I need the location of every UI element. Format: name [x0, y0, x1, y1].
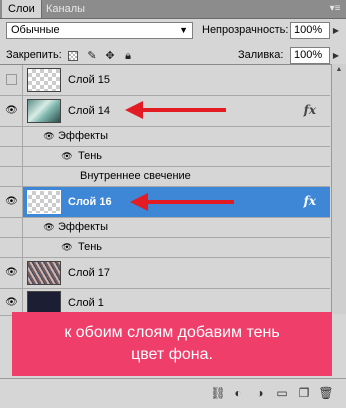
- visibility-cell: [0, 167, 23, 186]
- layer-row-17[interactable]: 👁︎ Слой 17: [0, 258, 330, 289]
- layer-row-15[interactable]: Слой 15: [0, 65, 330, 96]
- layers-scrollbar[interactable]: ▲: [331, 64, 346, 314]
- chevron-down-icon: ▼: [179, 25, 188, 35]
- new-layer-icon[interactable]: ❐: [296, 385, 312, 401]
- fill-slider-arrow-icon[interactable]: ▶: [331, 47, 341, 64]
- mask-icon[interactable]: ◐: [230, 385, 246, 401]
- layer-thumbnail: [27, 190, 61, 214]
- blend-mode-value: Обычные: [11, 24, 60, 36]
- layer-name[interactable]: Слой 1: [68, 296, 104, 310]
- fill-label: Заливка:: [238, 49, 284, 61]
- visibility-off-box[interactable]: [3, 71, 20, 88]
- eye-icon[interactable]: 👁︎: [42, 220, 56, 234]
- effects-row[interactable]: 👁︎ Эффекты: [0, 218, 330, 238]
- layers-list: Слой 15 👁︎ Слой 14 fx 👁︎ Эффекты 👁︎ Тень…: [0, 64, 346, 316]
- layers-toolbar: ⛓ ◐ ◑ ▭ ❐ 🗑︎: [0, 378, 346, 408]
- layer-name[interactable]: Слой 17: [68, 266, 110, 280]
- eye-icon[interactable]: 👁︎: [3, 294, 20, 311]
- red-arrow-line: [141, 108, 226, 112]
- effect-row-shadow[interactable]: 👁︎ Тень: [0, 147, 330, 167]
- eye-icon[interactable]: 👁︎: [60, 240, 74, 254]
- layer-name[interactable]: Слой 16: [68, 195, 112, 209]
- lock-transparency-icon[interactable]: [68, 51, 78, 61]
- effect-name: Тень: [78, 241, 103, 253]
- visibility-cell: [0, 127, 23, 146]
- effects-row[interactable]: 👁︎ Эффекты: [0, 127, 330, 147]
- layer-thumbnail: [27, 261, 61, 285]
- layer-thumbnail: [27, 68, 61, 92]
- effect-row-shadow[interactable]: 👁︎ Тень: [0, 238, 330, 258]
- opacity-input[interactable]: 100%: [290, 22, 330, 39]
- panel-menu-icon[interactable]: ▾≡: [328, 3, 342, 15]
- effects-label: Эффекты: [58, 130, 109, 142]
- visibility-cell: [0, 147, 23, 166]
- opacity-slider-arrow-icon[interactable]: ▶: [331, 22, 341, 39]
- layer-name[interactable]: Слой 15: [68, 73, 110, 87]
- tab-channels[interactable]: Каналы: [40, 0, 91, 18]
- panel-tab-bar: Слои Каналы ▾≡: [0, 0, 346, 19]
- annotation-line-1: к обоим слоям добавим тень: [64, 324, 280, 341]
- fill-input[interactable]: 100%: [290, 47, 330, 64]
- blend-mode-select[interactable]: Обычные ▼: [6, 22, 193, 39]
- lock-move-icon[interactable]: ✥: [104, 50, 116, 62]
- fx-icon[interactable]: fx: [304, 103, 316, 117]
- visibility-cell: [0, 238, 23, 257]
- lock-label: Закрепить:: [6, 49, 62, 61]
- opacity-label: Непрозрачность:: [202, 24, 289, 36]
- effect-name: Тень: [78, 150, 103, 162]
- red-arrow-line: [146, 200, 234, 204]
- eye-icon[interactable]: 👁︎: [3, 102, 20, 119]
- annotation-line-2: цвет фона.: [131, 346, 213, 363]
- eye-icon[interactable]: 👁︎: [42, 129, 56, 143]
- eye-icon[interactable]: 👁︎: [3, 264, 20, 281]
- effects-label: Эффекты: [58, 221, 109, 233]
- lock-brush-icon[interactable]: ✎: [86, 50, 98, 62]
- eye-icon[interactable]: 👁︎: [60, 149, 74, 163]
- trash-icon[interactable]: 🗑︎: [318, 385, 334, 401]
- effect-row-inner-glow[interactable]: Внутреннее свечение: [0, 167, 330, 187]
- folder-icon[interactable]: ▭: [274, 385, 290, 401]
- effect-name: Внутреннее свечение: [80, 170, 191, 182]
- visibility-cell: [0, 218, 23, 237]
- adjustment-icon[interactable]: ◑: [252, 385, 268, 401]
- tab-layers[interactable]: Слои: [2, 0, 42, 18]
- layer-name[interactable]: Слой 14: [68, 104, 110, 118]
- lock-all-icon[interactable]: 🔒︎: [122, 50, 134, 62]
- annotation-banner: к обоим слоям добавим тень цвет фона.: [12, 312, 332, 376]
- scroll-up-icon[interactable]: ▲: [332, 64, 346, 76]
- layer-thumbnail: [27, 99, 61, 123]
- eye-icon[interactable]: 👁︎: [3, 193, 20, 210]
- link-icon[interactable]: ⛓: [210, 385, 226, 401]
- fx-icon[interactable]: fx: [304, 194, 316, 208]
